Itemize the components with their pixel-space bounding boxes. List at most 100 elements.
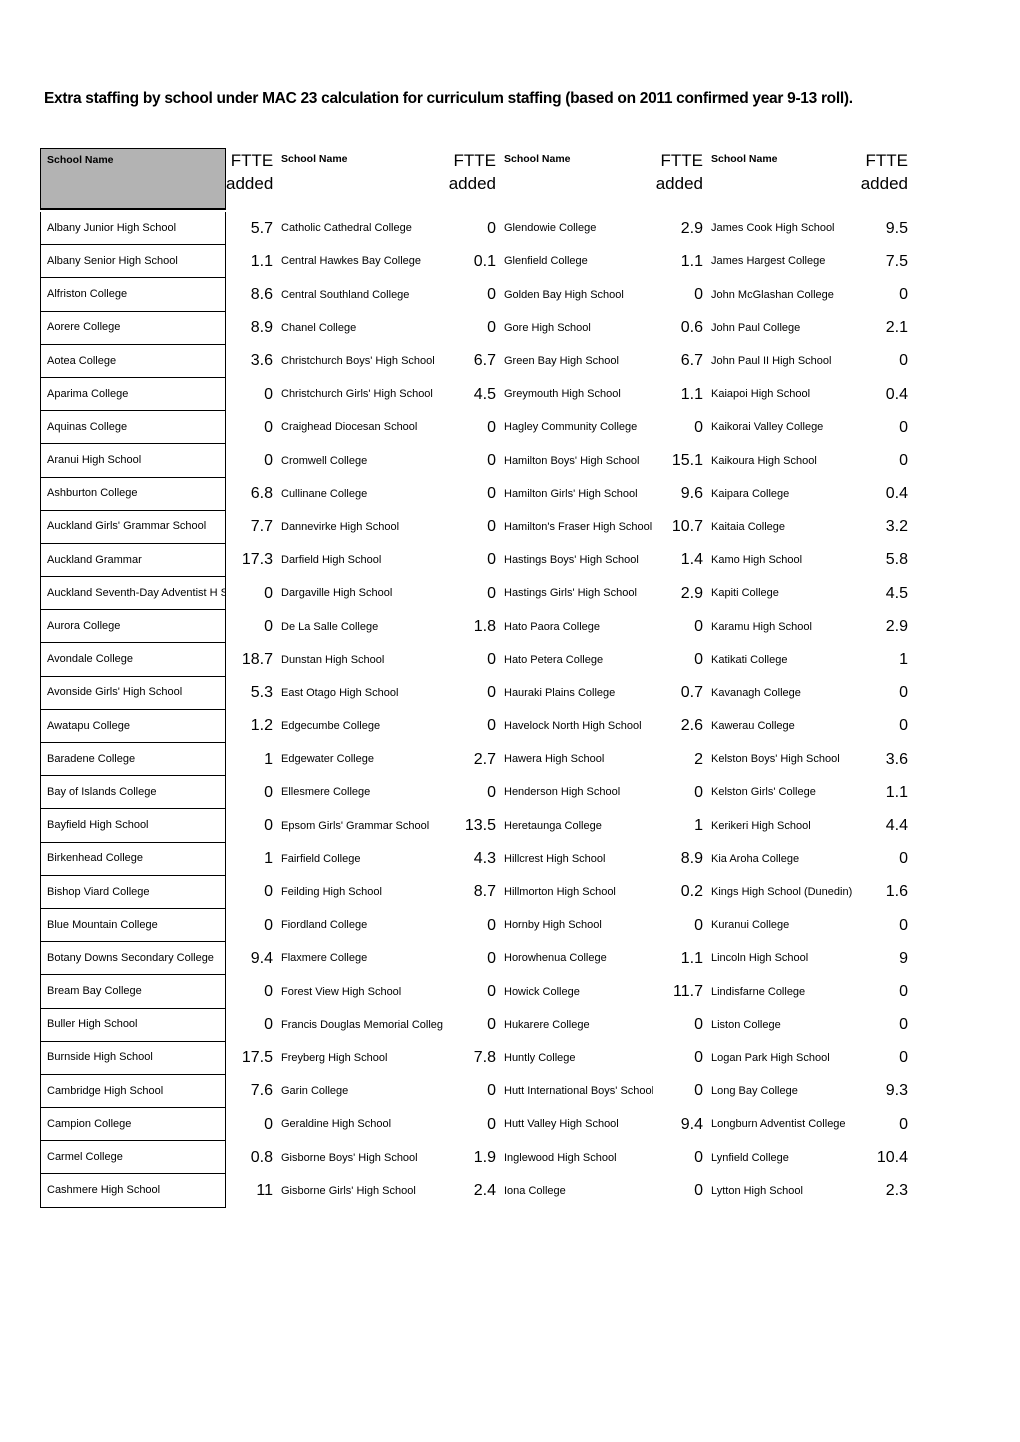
ftte-added: 0	[487, 684, 496, 702]
school-name: Hutt International Boys' School	[504, 1085, 653, 1098]
table-row: Kelston Girls' College 1.1	[705, 776, 910, 809]
school-name: Lytton High School	[711, 1184, 803, 1197]
table-row: Dunstan High School 0	[275, 643, 498, 676]
column-2-header-ftte-line1: FTTE	[453, 151, 497, 170]
ftte-added: 0.7	[680, 684, 703, 702]
ftte-added: 0	[264, 617, 273, 635]
school-name: Kamo High School	[711, 554, 803, 567]
school-name: Lincoln High School	[711, 952, 809, 965]
ftte-added: 8.6	[250, 285, 273, 303]
table-row: Chanel College 0	[275, 312, 498, 345]
ftte-added: 0	[899, 285, 908, 303]
table-row: Aparima College 0	[40, 377, 275, 412]
column-3-header-ftte-line1: FTTE	[660, 151, 704, 170]
school-name: Glendowie College	[504, 222, 597, 235]
table-row: Cullinane College 0	[275, 478, 498, 511]
table-row: Christchurch Boys' High School 6.7	[275, 345, 498, 378]
table-column-3: School Name FTTE added Glendowie College…	[498, 148, 705, 1208]
school-name: Heretaunga College	[504, 819, 602, 832]
school-name: John Paul College	[711, 321, 801, 334]
school-name: Kawerau College	[711, 720, 795, 733]
school-name: Kelston Boys' High School	[711, 753, 840, 766]
column-3-rows: Glendowie College 2.9 Glenfield College 1.…	[498, 212, 705, 1208]
ftte-added: 0.2	[680, 883, 703, 901]
ftte-added: 9.5	[885, 219, 908, 237]
school-name: Albany Junior High School	[40, 212, 226, 246]
ftte-added: 0	[487, 982, 496, 1000]
ftte-added: 0	[899, 916, 908, 934]
column-4-header-ftte-line1: FTTE	[865, 151, 909, 170]
school-name: Aurora College	[40, 610, 226, 644]
ftte-added: 6.8	[250, 485, 273, 503]
ftte-added: 5.7	[250, 219, 273, 237]
ftte-added: 0	[487, 551, 496, 569]
table-row: East Otago High School 0	[275, 677, 498, 710]
table-row: Blue Mountain College 0	[40, 908, 275, 943]
ftte-added: 0	[694, 1082, 703, 1100]
ftte-added: 8.9	[250, 319, 273, 337]
ftte-added: 9.6	[680, 485, 703, 503]
ftte-added: 0	[264, 385, 273, 403]
column-2-header-row: School Name FTTE added	[275, 148, 498, 212]
school-name: Kuranui College	[711, 919, 790, 932]
ftte-added: 0	[487, 783, 496, 801]
table-row: Bream Bay College 0	[40, 975, 275, 1009]
ftte-added: 0.8	[250, 1148, 273, 1166]
ftte-added: 0	[487, 485, 496, 503]
school-name: Catholic Cathedral College	[281, 222, 412, 235]
ftte-added: 1.1	[680, 252, 703, 270]
column-1-header-row: School Name FTTE added	[40, 148, 275, 212]
table-row: Buller High School 0	[40, 1008, 275, 1042]
school-name: Hamilton's Fraser High School	[504, 520, 653, 533]
school-name: Christchurch Girls' High School	[281, 388, 433, 401]
table-row: Botany Downs Secondary College 9.4	[40, 942, 275, 976]
school-name: Hauraki Plains College	[504, 686, 616, 699]
ftte-added: 9.3	[885, 1082, 908, 1100]
school-name: Hutt Valley High School	[504, 1118, 619, 1131]
table-row: Bayfield High School 0	[40, 809, 275, 843]
table-row: Hukarere College 0	[498, 1009, 705, 1042]
table-row: Dargaville High School 0	[275, 577, 498, 610]
table-row: Kaikorai Valley College 0	[705, 411, 910, 444]
school-name: Fiordland College	[281, 919, 368, 932]
school-name: East Otago High School	[281, 686, 399, 699]
ftte-added: 9	[899, 949, 908, 967]
table-row: Howick College 11.7	[498, 975, 705, 1008]
table-row: Kuranui College 0	[705, 909, 910, 942]
ftte-added: 0	[264, 451, 273, 469]
ftte-added: 9.4	[250, 949, 273, 967]
ftte-added: 0	[694, 783, 703, 801]
school-name: Aotea College	[40, 344, 226, 378]
school-name: Havelock North High School	[504, 720, 642, 733]
table-row: Hawera High School 2	[498, 743, 705, 776]
school-name: Lindisfarne College	[711, 985, 806, 998]
school-name: Buller High School	[40, 1008, 226, 1042]
school-name: Cromwell College	[281, 454, 368, 467]
school-name: Avonside Girls' High School	[40, 676, 226, 710]
table-row: Alfriston College 8.6	[40, 278, 275, 312]
table-row: Longburn Adventist College 0	[705, 1108, 910, 1141]
ftte-added: 4.3	[473, 850, 496, 868]
school-name: Hawera High School	[504, 753, 605, 766]
school-name: Hamilton Boys' High School	[504, 454, 640, 467]
column-3-header-school-name: School Name	[504, 153, 571, 165]
table-row: Kaipara College 0.4	[705, 478, 910, 511]
school-name: Aparima College	[40, 377, 226, 412]
table-row: Forest View High School 0	[275, 975, 498, 1008]
school-name: Auckland Seventh-Day Adventist H S	[40, 577, 226, 611]
ftte-added: 0.4	[885, 385, 908, 403]
school-name: Horowhenua College	[504, 952, 607, 965]
school-name: Logan Park High School	[711, 1051, 830, 1064]
table-row: Karamu High School 2.9	[705, 610, 910, 643]
school-name: Hillmorton High School	[504, 886, 616, 899]
table-row: John Paul College 2.1	[705, 312, 910, 345]
school-name: Gisborne Girls' High School	[281, 1184, 416, 1197]
table-row: Kelston Boys' High School 3.6	[705, 743, 910, 776]
ftte-added: 0	[487, 518, 496, 536]
school-name: Dunstan High School	[281, 653, 385, 666]
table-row: Aquinas College 0	[40, 411, 275, 445]
table-row: Edgecumbe College 0	[275, 710, 498, 743]
ftte-added: 1	[264, 850, 273, 868]
ftte-added: 0	[264, 1115, 273, 1133]
table-row: Christchurch Girls' High School 4.5	[275, 378, 498, 411]
